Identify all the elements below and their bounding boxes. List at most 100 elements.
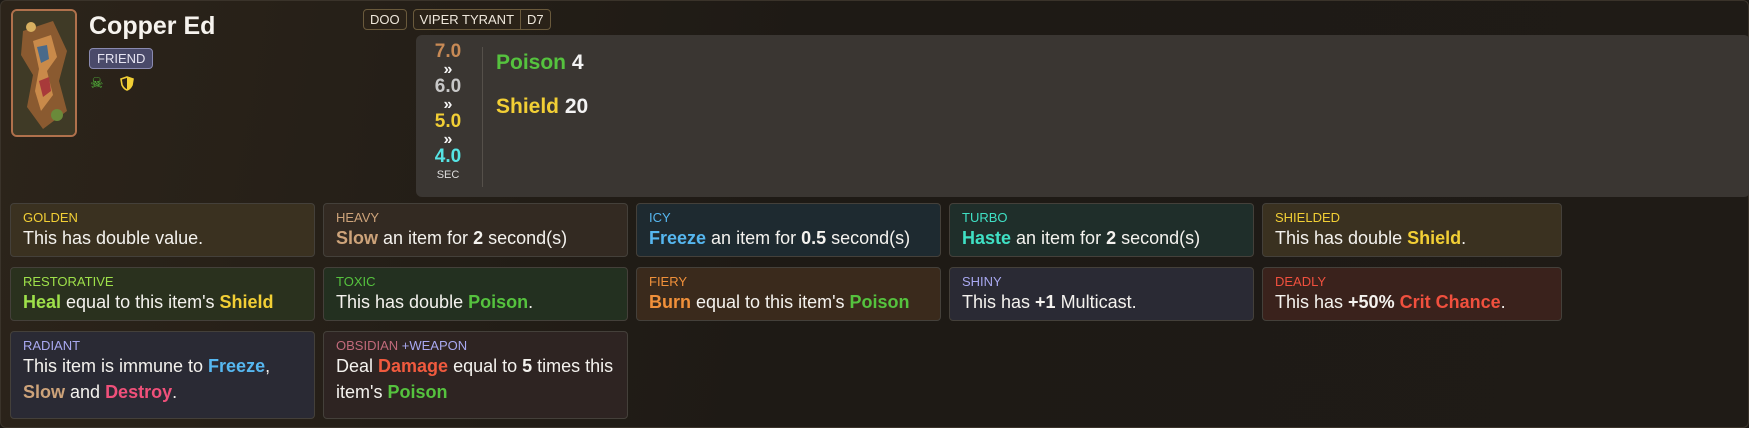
enchantment-name: TOXIC (336, 274, 376, 289)
enchantment-label: RESTORATIVE (23, 274, 302, 289)
description-text: . (1461, 228, 1467, 248)
enchantment-description: This has +50% Crit Chance. (1275, 289, 1549, 315)
description-text: This has (1275, 292, 1349, 312)
enchantment-description: This has double Shield. (1275, 225, 1549, 251)
keyword-b: 0.5 (801, 228, 827, 248)
enchantment-description: Slow an item for 2 second(s) (336, 225, 615, 251)
effect-keyword: Poison (496, 51, 567, 74)
skull-icon: ☠ (90, 75, 104, 92)
keyword-b: 2 (1106, 228, 1117, 248)
effect-keyword: Shield (496, 95, 560, 118)
enchantment-label: SHINY (962, 274, 1241, 289)
description-text: an item for (378, 228, 474, 248)
enchantment-description: This has double value. (23, 225, 302, 251)
panel-divider (482, 47, 483, 187)
description-text: an item for (706, 228, 802, 248)
keyword-b: +1 (1035, 292, 1056, 312)
keyword-shield: Shield (219, 292, 274, 312)
description-text: This has double value. (23, 228, 204, 248)
cooldown-step: 7.0 (434, 41, 462, 62)
enchantment-label: DEADLY (1275, 274, 1549, 289)
keyword-crit: Crit Chance (1399, 292, 1501, 312)
enchantment-label: HEAVY (336, 210, 615, 225)
enchantment-name: TURBO (962, 210, 1008, 225)
effect-value: 4 (571, 51, 584, 74)
description-text: an item for (1011, 228, 1107, 248)
description-text: second(s) (1116, 228, 1201, 248)
keyword-b: 5 (522, 356, 533, 376)
enchantment-name: HEAVY (336, 210, 380, 225)
description-text: . (172, 382, 178, 402)
keyword-haste: Haste (962, 228, 1012, 248)
effect-line-poison: Poison 4 (496, 51, 584, 75)
cooldown-step: 4.0 (434, 146, 462, 167)
enchantment-golden: GOLDEN This has double value. (10, 203, 315, 257)
enchantment-extra-tag: +WEAPON (398, 338, 468, 353)
description-text: . (1500, 292, 1506, 312)
enchantment-fiery: FIERY Burn equal to this item's Poison (636, 267, 941, 321)
keyword-slow: Slow (23, 382, 66, 402)
enchantment-name: SHINY (962, 274, 1002, 289)
description-text: second(s) (826, 228, 911, 248)
owner-tag: DOO (363, 9, 407, 30)
enchantment-shielded: SHIELDED This has double Shield. (1262, 203, 1562, 257)
shield-icon (120, 76, 134, 95)
enchantment-icy: ICY Freeze an item for 0.5 second(s) (636, 203, 941, 257)
description-text: This item is immune to (23, 356, 209, 376)
enchantment-description: Heal equal to this item's Shield (23, 289, 302, 315)
keyword-poison: Poison (468, 292, 529, 312)
description-text: , (265, 356, 271, 376)
enchantment-description: Freeze an item for 0.5 second(s) (649, 225, 928, 251)
item-tooltip-card: Copper Ed FRIEND ☠ DOO VIPER TYRANT D7 7.… (0, 0, 1749, 428)
keyword-slow: Slow (336, 228, 379, 248)
description-text: Multicast. (1055, 292, 1137, 312)
enchantment-name: RESTORATIVE (23, 274, 114, 289)
item-portrait (11, 9, 77, 137)
tier-label: D7 (520, 10, 544, 29)
enchantment-name: SHIELDED (1275, 210, 1341, 225)
enchantment-label: FIERY (649, 274, 928, 289)
cooldown-step: 5.0 (434, 111, 462, 132)
description-text: and (65, 382, 106, 402)
enchantment-label: RADIANT (23, 338, 302, 353)
enchantment-name: FIERY (649, 274, 688, 289)
cooldown-unit: SEC (436, 168, 460, 181)
enchantment-heavy: HEAVY Slow an item for 2 second(s) (323, 203, 628, 257)
item-name: Copper Ed (89, 12, 216, 40)
keyword-freeze: Freeze (208, 356, 266, 376)
portrait-art (13, 11, 75, 135)
enchantment-label: ICY (649, 210, 928, 225)
enchantment-radiant: RADIANT This item is immune to Freeze, Sl… (10, 331, 315, 419)
description-text: equal to this item's (61, 292, 220, 312)
enchantment-label: GOLDEN (23, 210, 302, 225)
enchantment-name: GOLDEN (23, 210, 78, 225)
enchantment-label: TURBO (962, 210, 1241, 225)
description-text: equal to this item's (691, 292, 850, 312)
enchantment-name: ICY (649, 210, 671, 225)
keyword-destroy: Destroy (105, 382, 173, 402)
enchantment-description: This has double Poison. (336, 289, 615, 315)
keyword-b: +50% (1348, 292, 1395, 312)
hero-name: VIPER TYRANT (419, 12, 515, 27)
hero-tier-tag: VIPER TYRANT D7 (412, 9, 551, 30)
keyword-poison: Poison (387, 382, 448, 402)
description-text: This has double (336, 292, 469, 312)
description-text: This has (962, 292, 1036, 312)
keyword-poison: Poison (849, 292, 910, 312)
enchantment-obsidian: OBSIDIAN +WEAPON Deal Damage equal to 5 t… (323, 331, 628, 419)
description-text: This has double (1275, 228, 1408, 248)
enchantment-restorative: RESTORATIVE Heal equal to this item's Shi… (10, 267, 315, 321)
keyword-damage: Damage (378, 356, 449, 376)
keyword-burn: Burn (649, 292, 691, 312)
keyword-heal: Heal (23, 292, 62, 312)
enchantment-name: DEADLY (1275, 274, 1327, 289)
effect-line-shield: Shield 20 (496, 95, 588, 119)
enchantment-name: RADIANT (23, 338, 81, 353)
enchantment-label: OBSIDIAN +WEAPON (336, 338, 615, 353)
enchantment-name: OBSIDIAN (336, 338, 399, 353)
enchantment-toxic: TOXIC This has double Poison. (323, 267, 628, 321)
enchantment-shiny: SHINY This has +1 Multicast. (949, 267, 1254, 321)
enchantment-description: This has +1 Multicast. (962, 289, 1241, 315)
enchantment-description: Burn equal to this item's Poison (649, 289, 928, 315)
keyword-shield: Shield (1407, 228, 1462, 248)
